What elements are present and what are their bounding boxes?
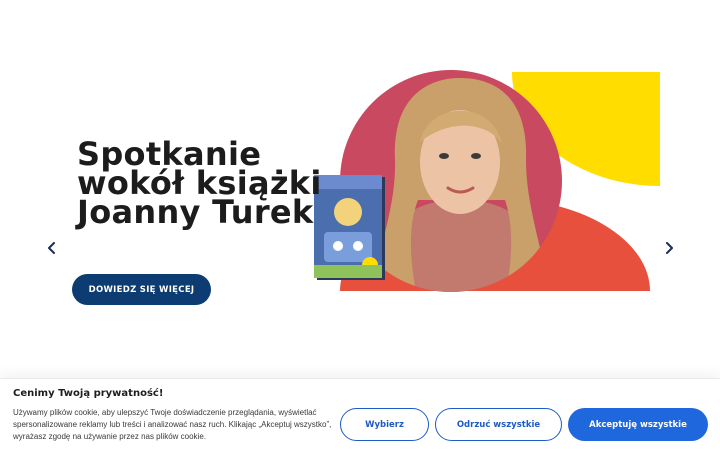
hero-artwork [314,70,660,292]
cookie-banner-text: Używamy plików cookie, aby ulepszyć Twoj… [13,408,332,441]
slider-next-button[interactable] [660,239,678,257]
slider-prev-button[interactable] [43,239,61,257]
learn-more-button[interactable]: DOWIEDZ SIĘ WIĘCEJ [72,274,211,305]
hero-slider: Spotkanie wokół książki Joanny Turek DOW… [0,0,720,378]
cookie-consent-banner: Cenimy Twoją prywatność! Używamy plików … [0,378,720,450]
hero-title: Spotkanie wokół książki Joanny Turek [77,138,337,231]
reject-all-cookies-button[interactable]: Odrzuć wszystkie [435,408,562,441]
cookie-banner-title: Cenimy Twoją prywatność! [13,388,164,399]
hero-title-line: Joanny Turek [77,193,314,231]
chevron-left-icon [48,242,55,254]
chevron-right-icon [666,242,673,254]
accept-all-cookies-button[interactable]: Akceptuję wszystkie [568,408,708,441]
customize-cookies-button[interactable]: Wybierz [340,408,429,441]
